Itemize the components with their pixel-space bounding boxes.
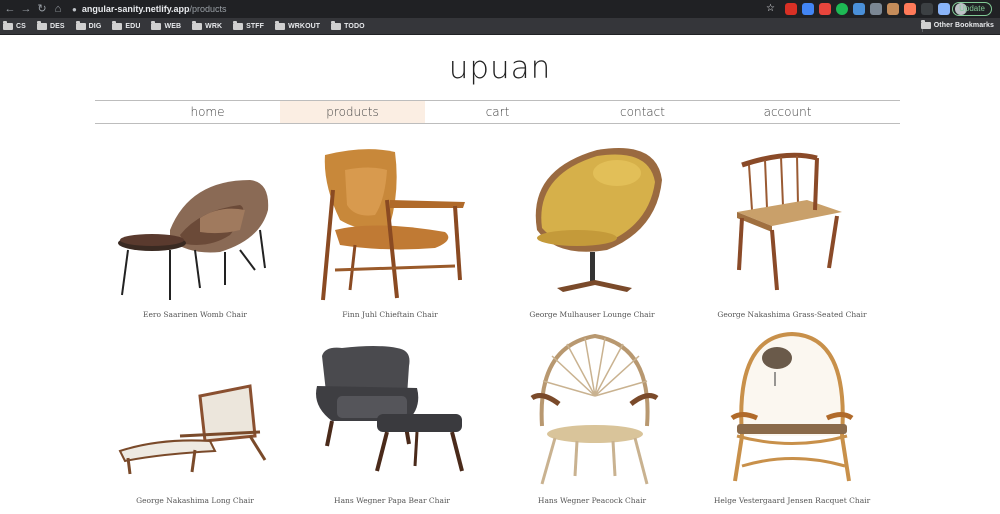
lounge-chair-image	[535, 148, 662, 292]
nav-home[interactable]: home	[135, 101, 280, 123]
extension-icon[interactable]	[853, 3, 865, 15]
chieftain-chair-image	[321, 149, 465, 301]
nav-cart[interactable]: cart	[425, 101, 570, 123]
bookmark-folder[interactable]: DIG	[75, 20, 102, 30]
product-name[interactable]: George Nakashima Grass-Seated Chair	[697, 310, 887, 319]
product-card[interactable]: Hans Wegner Papa Bear Chair	[297, 326, 487, 506]
bookmark-folder[interactable]: DES	[36, 20, 65, 30]
product-name[interactable]: Hans Wegner Peacock Chair	[497, 496, 687, 505]
folder-icon	[275, 20, 286, 30]
extension-icon[interactable]	[819, 3, 831, 15]
folder-icon	[112, 20, 123, 30]
extension-icon[interactable]	[904, 3, 916, 15]
address-bar[interactable]: ● angular-sanity.netlify.app/products	[64, 1, 778, 17]
nav-account[interactable]: account	[715, 101, 860, 123]
extension-icon[interactable]	[938, 3, 950, 15]
nav-contact[interactable]: contact	[570, 101, 715, 123]
product-name[interactable]: George Mulhauser Lounge Chair	[497, 310, 687, 319]
extension-icon[interactable]	[921, 3, 933, 15]
nav-products[interactable]: products	[280, 101, 425, 123]
extension-icon[interactable]	[887, 3, 899, 15]
product-name[interactable]: Hans Wegner Papa Bear Chair	[297, 496, 487, 505]
product-card[interactable]: Finn Juhl Chieftain Chair	[295, 140, 485, 320]
folder-icon	[920, 20, 931, 29]
back-icon[interactable]: ←	[2, 0, 18, 18]
extensions-bar	[785, 3, 967, 15]
bookmark-folder[interactable]: WEB	[151, 20, 181, 30]
product-name[interactable]: Finn Juhl Chieftain Chair	[295, 310, 485, 319]
folder-icon	[151, 20, 162, 30]
papa-bear-chair-image	[316, 346, 464, 472]
product-name[interactable]: Helge Vestergaard Jensen Racquet Chair	[697, 496, 887, 505]
racquet-chair-image	[730, 331, 854, 482]
reload-icon[interactable]: ↻	[34, 0, 50, 18]
extension-icon[interactable]	[870, 3, 882, 15]
bookmark-folder[interactable]: WRK	[192, 20, 222, 30]
bookmark-folder[interactable]: WRKOUT	[275, 20, 320, 30]
folder-icon	[75, 20, 86, 30]
bookmark-folder[interactable]: STFF	[233, 20, 264, 30]
product-card[interactable]: George Mulhauser Lounge Chair	[497, 140, 687, 320]
bookmark-folder[interactable]: EDU	[112, 20, 140, 30]
site-logo[interactable]: upuan	[0, 50, 1000, 86]
folder-icon	[233, 20, 244, 30]
product-card[interactable]: Eero Saarinen Womb Chair	[100, 140, 290, 320]
product-card[interactable]: George Nakashima Grass-Seated Chair	[697, 140, 887, 320]
update-button[interactable]: Update	[952, 2, 992, 16]
grass-seated-chair-image	[737, 152, 842, 291]
extension-icon[interactable]	[802, 3, 814, 15]
womb-chair-image	[118, 180, 269, 300]
extension-icon[interactable]	[785, 3, 797, 15]
other-bookmarks[interactable]: Other Bookmarks	[920, 20, 994, 29]
bookmark-folder[interactable]: CS	[3, 20, 26, 30]
lock-icon: ●	[72, 4, 77, 14]
folder-icon	[331, 20, 342, 30]
bookmark-star-icon[interactable]: ☆	[766, 2, 775, 16]
product-name[interactable]: Eero Saarinen Womb Chair	[100, 310, 290, 319]
product-card[interactable]: Helge Vestergaard Jensen Racquet Chair	[697, 326, 887, 506]
main-nav: home products cart contact account	[95, 100, 900, 124]
folder-icon	[3, 20, 13, 30]
folder-icon	[36, 20, 47, 30]
forward-icon[interactable]: →	[18, 0, 34, 18]
long-chair-image	[118, 384, 267, 475]
url-text: angular-sanity.netlify.app/products	[81, 4, 227, 14]
product-name[interactable]: George Nakashima Long Chair	[100, 496, 290, 505]
product-card[interactable]: Hans Wegner Peacock Chair	[497, 326, 687, 506]
product-card[interactable]: George Nakashima Long Chair	[100, 326, 290, 506]
bookmark-folder[interactable]: TODO	[331, 20, 365, 30]
bookmarks-bar: CS DES DIG EDU WEB WRK STFF WRKOUT TODO …	[0, 18, 1000, 35]
peacock-chair-image	[530, 333, 659, 485]
folder-icon	[192, 20, 203, 30]
extension-icon[interactable]	[836, 3, 848, 15]
